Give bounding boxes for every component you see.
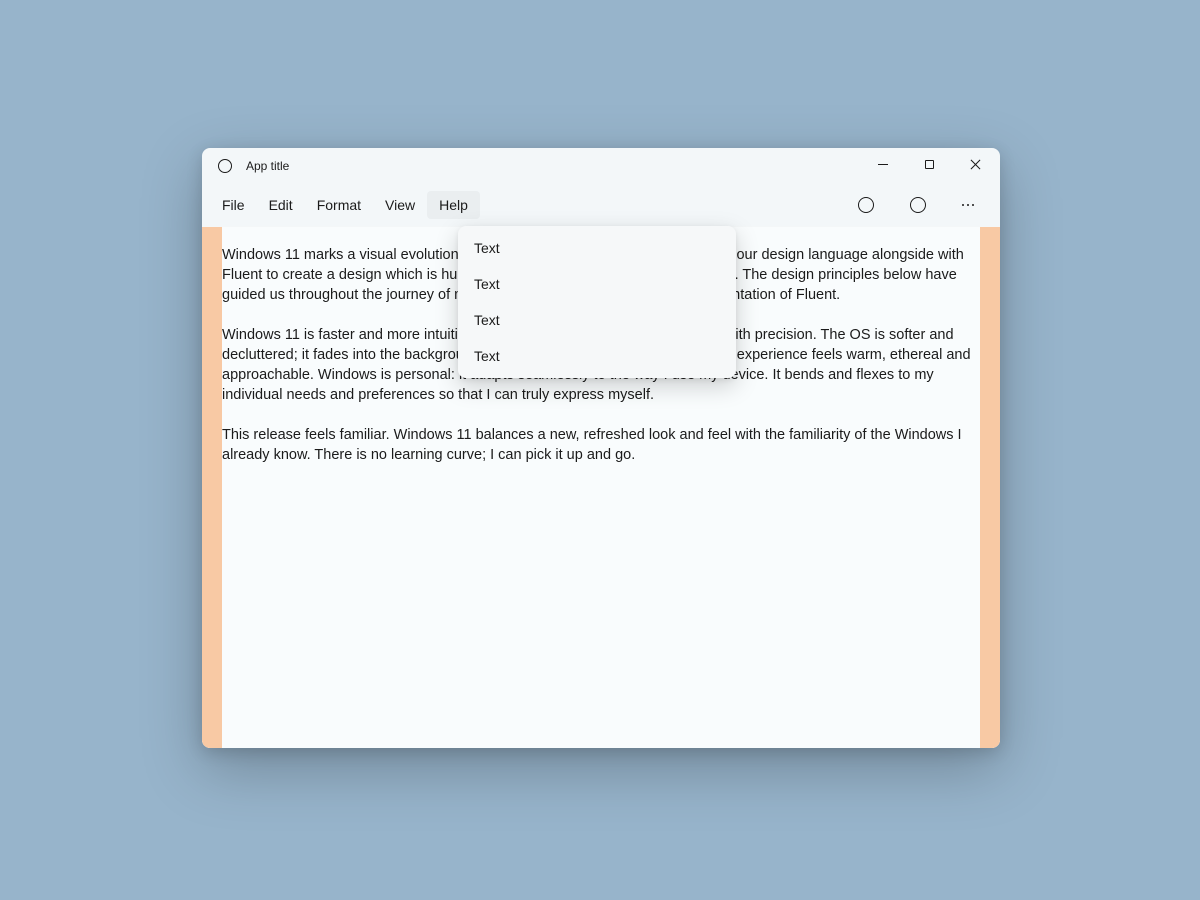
close-button[interactable] [952,148,998,180]
app-window: App title File Edit Format View Help [202,148,1000,748]
dropdown-item-1[interactable]: Text [462,230,732,266]
menu-edit[interactable]: Edit [257,191,305,219]
minimize-icon [878,164,888,165]
more-button[interactable] [952,198,985,213]
dropdown-item-4[interactable]: Text [462,338,732,374]
close-icon [970,159,980,169]
toolbar-action-1-icon[interactable] [858,197,874,213]
titlebar[interactable]: App title [202,148,1000,184]
menu-help[interactable]: Help [427,191,480,219]
margin-highlight-right [980,227,1000,748]
maximize-button[interactable] [906,148,952,180]
dot-icon [972,204,975,207]
dropdown-item-3[interactable]: Text [462,302,732,338]
menu-file[interactable]: File [210,191,257,219]
help-dropdown: Text Text Text Text [458,226,736,378]
dot-icon [962,204,965,207]
app-title: App title [246,159,860,173]
margin-highlight-left [202,227,222,748]
minimize-button[interactable] [860,148,906,180]
menubar: File Edit Format View Help Text Text Tex… [202,184,1000,226]
menu-format[interactable]: Format [305,191,373,219]
caption-buttons [860,148,998,184]
paragraph-3: This release feels familiar. Windows 11 … [222,425,980,465]
dot-icon [967,204,970,207]
app-icon [218,159,232,173]
maximize-icon [925,160,934,169]
menu-view[interactable]: View [373,191,427,219]
dropdown-item-2[interactable]: Text [462,266,732,302]
toolbar-action-2-icon[interactable] [910,197,926,213]
